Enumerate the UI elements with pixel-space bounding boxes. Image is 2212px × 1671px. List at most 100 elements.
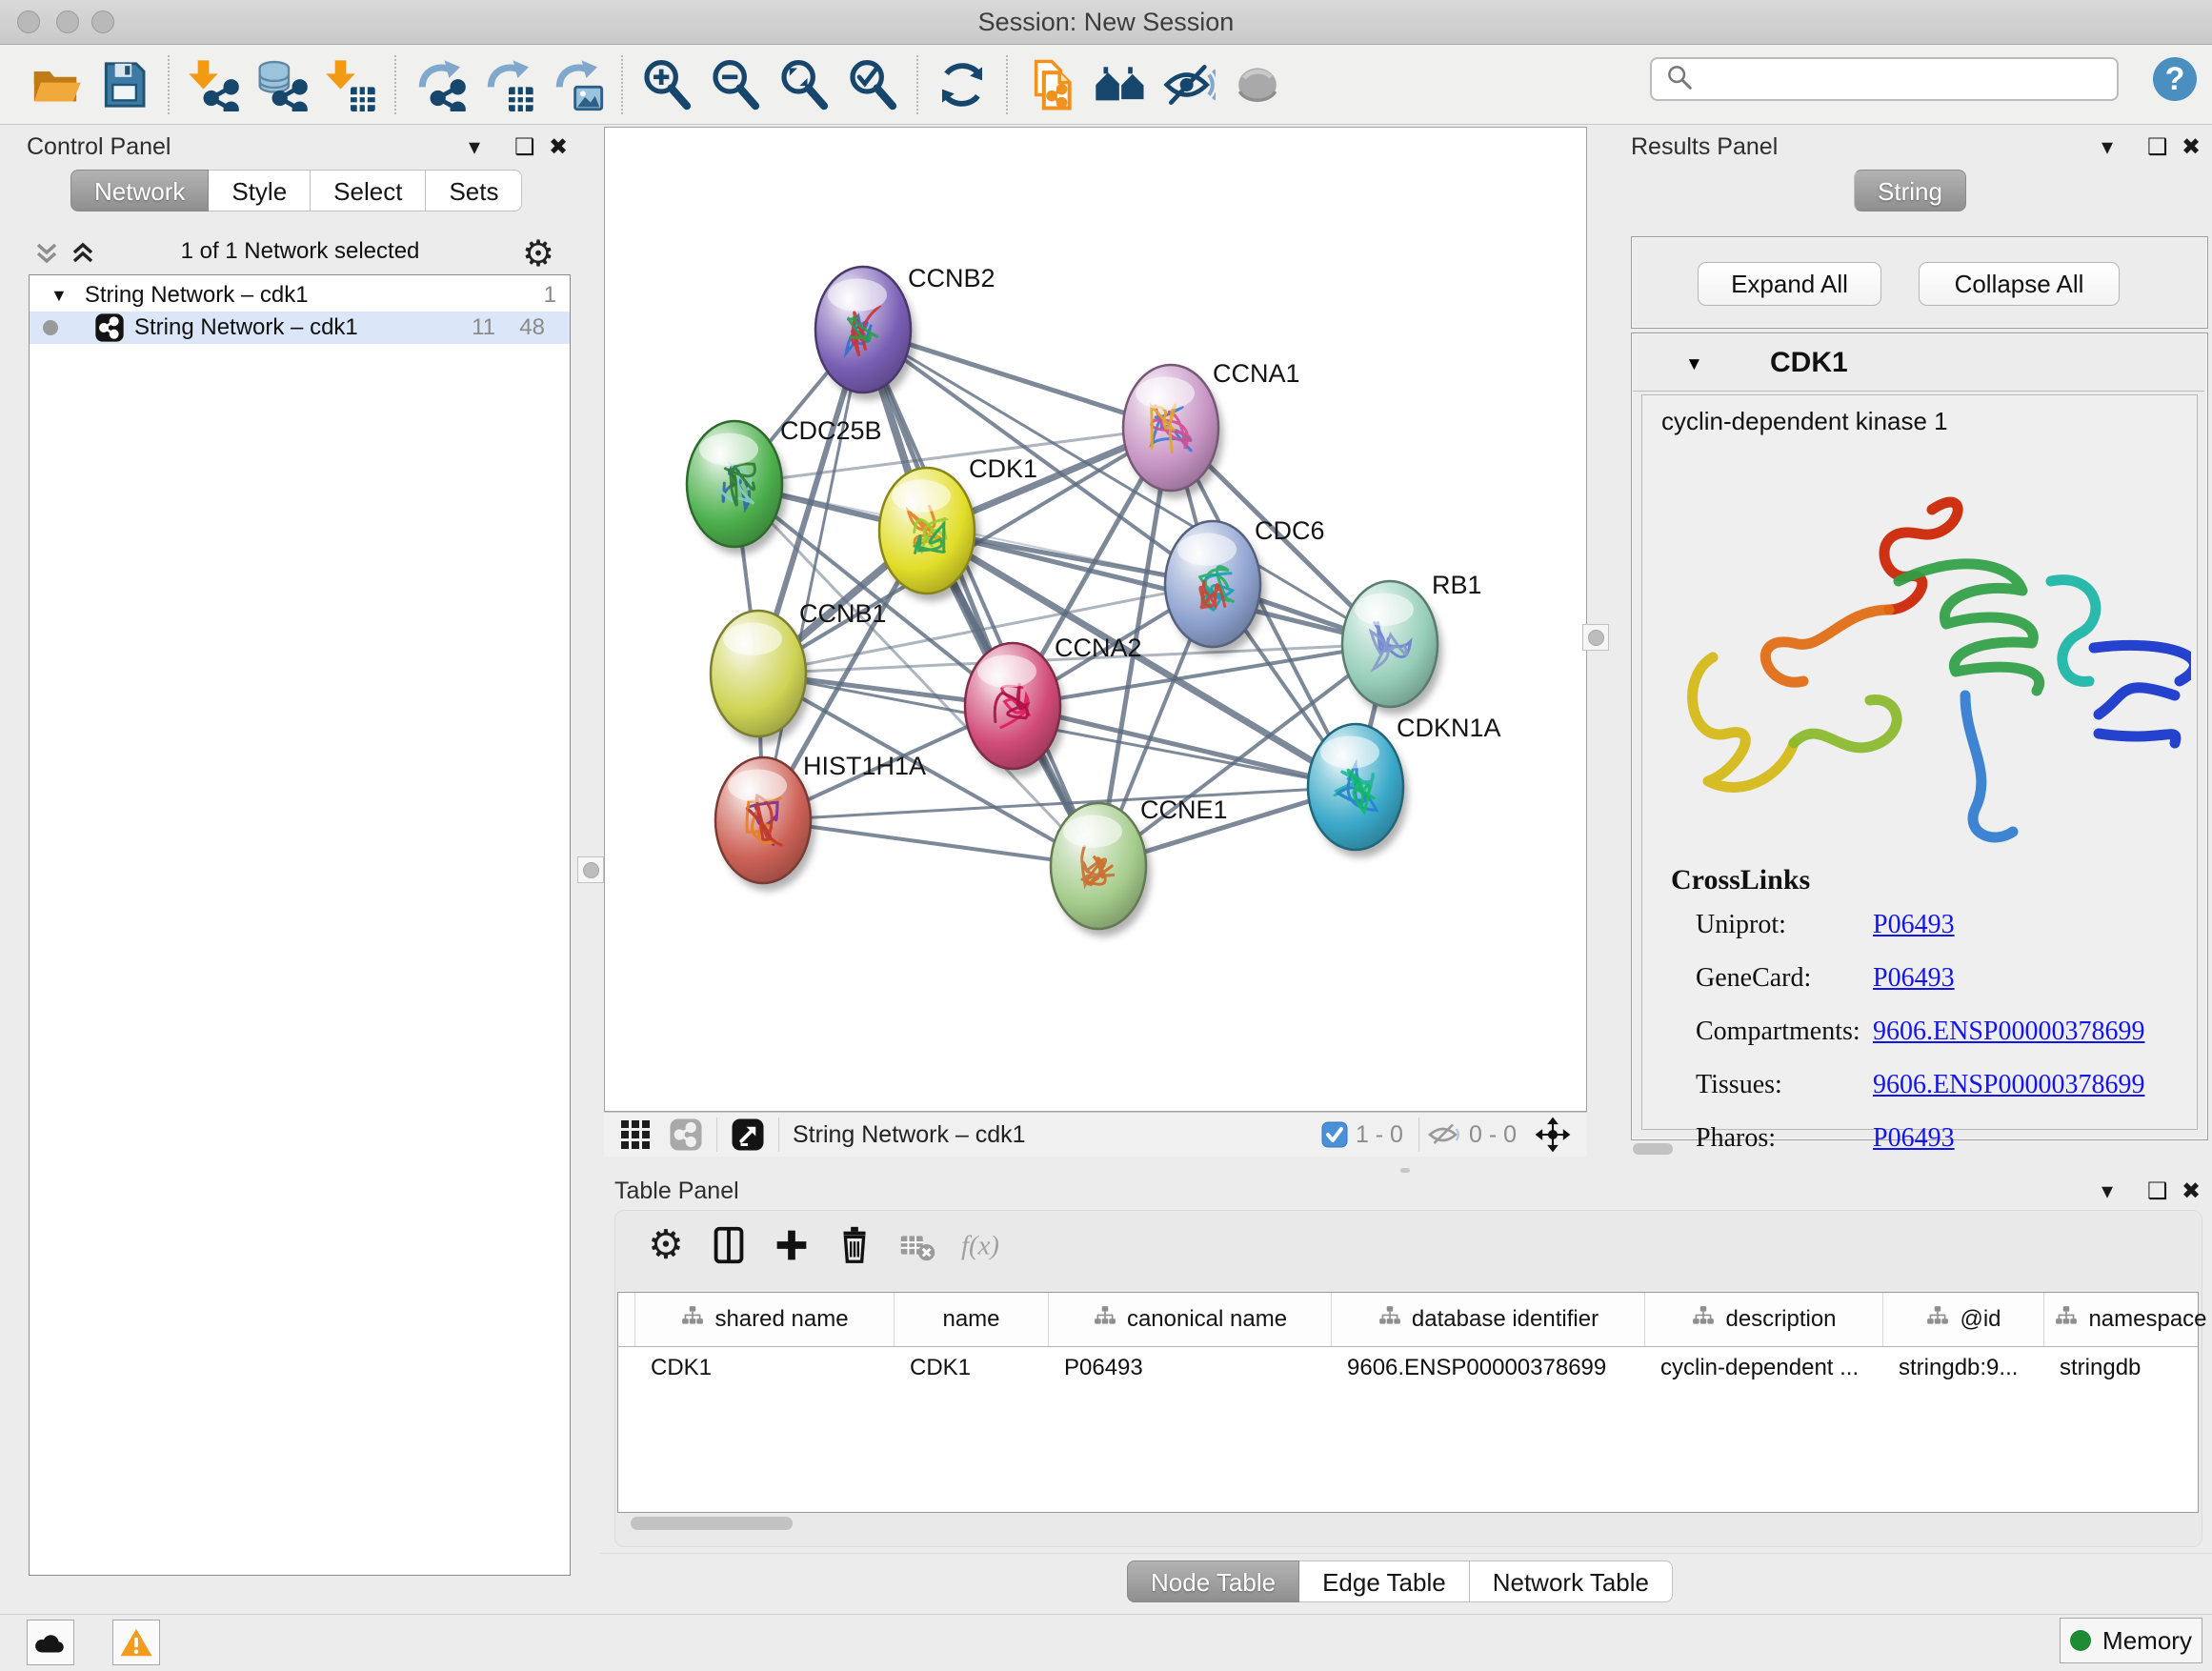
network-options-gear-icon[interactable]: ⚙ — [522, 232, 554, 275]
string-share-icon[interactable] — [669, 1117, 703, 1152]
node-CCNA1[interactable]: CCNA1 — [1123, 359, 1300, 498]
close-traffic-light[interactable] — [17, 10, 40, 33]
control-panel-float-icon[interactable]: ❑ — [514, 133, 535, 161]
crosslink-link[interactable]: P06493 — [1873, 1123, 1955, 1154]
tab-select[interactable]: Select — [311, 170, 426, 211]
results-hscrollbar[interactable] — [1633, 1143, 1673, 1155]
visual-eye-icon[interactable] — [1155, 50, 1223, 119]
tab-network-table[interactable]: Network Table — [1470, 1560, 1673, 1602]
tab-edge-table[interactable]: Edge Table — [1299, 1560, 1470, 1602]
right-splitter-grip[interactable] — [1582, 624, 1609, 651]
zoom-traffic-light[interactable] — [91, 10, 114, 33]
network-row[interactable]: String Network – cdk1 11 48 — [30, 312, 570, 344]
column-header-@id[interactable]: @id — [1883, 1293, 2044, 1346]
help-icon[interactable]: ? — [2149, 53, 2201, 105]
control-panel-menu-icon[interactable]: ▾ — [469, 133, 480, 161]
save-session-icon[interactable] — [90, 50, 158, 119]
import-database-icon[interactable] — [248, 50, 316, 119]
node-CCNB1[interactable]: CCNB1 — [711, 599, 887, 744]
fx-icon[interactable]: f(x) — [949, 1217, 1012, 1274]
node-table[interactable]: shared namenamecanonical namedatabase id… — [617, 1292, 2199, 1513]
table-cell[interactable]: stringdb:9... — [1883, 1355, 2044, 1381]
edge-CCNB2-CCNE1[interactable] — [863, 330, 1098, 866]
export-image-icon[interactable] — [543, 50, 612, 119]
gear-icon[interactable]: ⚙ — [634, 1217, 697, 1274]
minimize-traffic-light[interactable] — [56, 10, 79, 33]
zoom-out-icon[interactable] — [701, 50, 770, 119]
collapse-all-chevrons-icon[interactable] — [32, 240, 61, 273]
results-panel-menu-icon[interactable]: ▾ — [2101, 133, 2113, 161]
table-cell[interactable]: CDK1 — [635, 1355, 895, 1381]
refresh-layout-icon[interactable] — [928, 50, 996, 119]
tab-string[interactable]: String — [1854, 170, 1966, 211]
gray-eye-icon[interactable] — [1223, 50, 1292, 119]
table-cell[interactable]: P06493 — [1049, 1355, 1332, 1381]
hidden-eye-slash-icon[interactable] — [1427, 1120, 1461, 1149]
column-header-canonical-name[interactable]: canonical name — [1049, 1293, 1332, 1346]
export-table-icon[interactable] — [474, 50, 543, 119]
table-cell[interactable]: 9606.ENSP00000378699 — [1332, 1355, 1645, 1381]
node-CDC25B[interactable]: CDC25B — [687, 416, 882, 554]
expand-all-chevrons-icon[interactable] — [69, 240, 97, 273]
birdseye-grid-icon[interactable] — [619, 1118, 652, 1151]
horizontal-splitter-grip[interactable] — [1400, 1168, 1410, 1173]
crosslink-link[interactable]: 9606.ENSP00000378699 — [1873, 1070, 2144, 1100]
search-box[interactable] — [1650, 57, 2119, 101]
column-header-namespace[interactable]: namespace — [2044, 1293, 2212, 1346]
table-row[interactable]: CDK1CDK1P064939606.ENSP00000378699cyclin… — [618, 1347, 2198, 1389]
open-in-browser-icon[interactable] — [731, 1117, 765, 1152]
tab-network[interactable]: Network — [70, 170, 209, 211]
memory-button[interactable]: Memory — [2060, 1618, 2202, 1663]
column-header-description[interactable]: description — [1645, 1293, 1883, 1346]
table-delete-icon[interactable] — [886, 1217, 949, 1274]
results-panel-close-icon[interactable]: ✖ — [2182, 133, 2201, 161]
zoom-selected-icon[interactable] — [838, 50, 907, 119]
table-cell[interactable]: cyclin-dependent ... — [1645, 1355, 1883, 1381]
trash-icon[interactable] — [823, 1217, 886, 1274]
open-session-icon[interactable] — [21, 50, 90, 119]
crosslink-link[interactable]: P06493 — [1873, 963, 1955, 994]
crosslink-link[interactable]: 9606.ENSP00000378699 — [1873, 1017, 2144, 1047]
network-collection-row[interactable]: ▼ String Network – cdk1 1 — [30, 279, 570, 312]
zoom-fit-icon[interactable] — [770, 50, 838, 119]
tab-node-table[interactable]: Node Table — [1127, 1560, 1299, 1602]
table-panel-float-icon[interactable]: ❑ — [2147, 1178, 2168, 1205]
gene-expander-icon[interactable]: ▼ — [1685, 354, 1703, 375]
collapse-all-button[interactable]: Collapse All — [1919, 262, 2120, 306]
node-CCNE1[interactable]: CCNE1 — [1051, 795, 1228, 936]
table-cell[interactable]: CDK1 — [895, 1355, 1049, 1381]
crosslink-link[interactable]: P06493 — [1873, 910, 1955, 940]
import-network-icon[interactable] — [179, 50, 248, 119]
network-canvas[interactable]: CCNB2 CCNA1 CDC25B CDK1 CDC6 R — [604, 127, 1587, 1112]
selected-checkbox-icon[interactable] — [1321, 1121, 1348, 1148]
export-network-icon[interactable] — [406, 50, 474, 119]
import-table-icon[interactable] — [316, 50, 385, 119]
search-input[interactable] — [1696, 65, 2100, 93]
node-HIST1H1A[interactable]: HIST1H1A — [715, 752, 926, 891]
column-header-name[interactable]: name — [895, 1293, 1049, 1346]
plus-icon[interactable] — [760, 1217, 823, 1274]
node-CDKN1A[interactable]: CDKN1A — [1308, 714, 1501, 857]
expand-all-button[interactable]: Expand All — [1698, 262, 1881, 306]
node-CDC6[interactable]: CDC6 — [1165, 516, 1325, 654]
tab-sets[interactable]: Sets — [426, 170, 522, 211]
warning-icon[interactable] — [112, 1620, 160, 1665]
columns-icon[interactable] — [697, 1217, 760, 1274]
homology-houses-icon[interactable] — [1086, 50, 1155, 119]
cloud-icon[interactable] — [27, 1620, 74, 1665]
zoom-in-icon[interactable] — [633, 50, 701, 119]
fit-move-crosshair-icon[interactable] — [1534, 1116, 1572, 1154]
table-hscrollbar[interactable] — [631, 1517, 793, 1530]
table-panel-menu-icon[interactable]: ▾ — [2101, 1178, 2113, 1205]
node-CCNB2[interactable]: CCNB2 — [815, 264, 995, 400]
table-cell[interactable]: stringdb — [2044, 1355, 2212, 1381]
left-splitter-grip[interactable] — [577, 856, 604, 883]
table-panel-close-icon[interactable]: ✖ — [2182, 1178, 2201, 1205]
results-panel-float-icon[interactable]: ❑ — [2147, 133, 2168, 161]
column-header-database-identifier[interactable]: database identifier — [1332, 1293, 1645, 1346]
column-header-shared-name[interactable]: shared name — [635, 1293, 895, 1346]
collection-expander-icon[interactable]: ▼ — [50, 286, 68, 306]
string-document-icon[interactable] — [1017, 50, 1086, 119]
tab-style[interactable]: Style — [209, 170, 311, 211]
control-panel-close-icon[interactable]: ✖ — [549, 133, 568, 161]
